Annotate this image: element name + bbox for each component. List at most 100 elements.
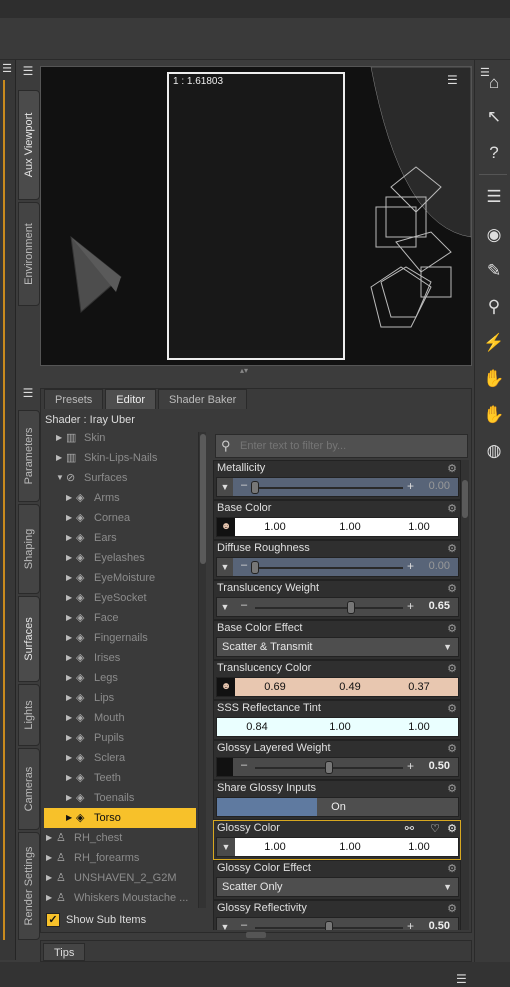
pose-tool-icon[interactable]: ✎ [483,260,505,282]
expand-arrow-icon[interactable]: ▶ [66,648,72,668]
gear-icon[interactable]: ⚙ [447,782,457,795]
minus-icon[interactable]: – [241,759,247,771]
tree-item-eyemoisture[interactable]: ▶ ◈ EyeMoisture [44,568,196,588]
gear-icon[interactable]: ⚙ [447,502,457,515]
color-r[interactable]: 1.00 [245,841,305,853]
expand-arrow-icon[interactable]: ▶ [66,708,72,728]
expand-arrow-icon[interactable]: ▶ [66,668,72,688]
plus-icon[interactable]: + [407,479,414,493]
property-scrollbar[interactable] [461,460,469,930]
tree-item-irises[interactable]: ▶ ◈ Irises [44,648,196,668]
sss-reflectance-tint-field[interactable]: 0.84 1.00 1.00 [216,717,459,737]
tab-editor[interactable]: Editor [105,389,157,409]
plus-icon[interactable]: + [407,759,414,773]
tab-lights[interactable]: Lights [18,684,40,746]
expand-arrow-icon[interactable]: ▶ [66,508,72,528]
translucency-color-field[interactable]: ☻ 0.69 0.49 0.37 [216,677,459,697]
align-icon[interactable]: ☰ [483,186,505,208]
minus-icon[interactable]: – [241,559,247,571]
link-icon[interactable]: ⚯ [405,822,414,835]
expand-arrow-icon[interactable]: ▶ [46,888,52,908]
color-r[interactable]: 0.84 [227,721,287,733]
tab-aux-viewport[interactable]: Aux Viewport [18,90,40,200]
base-color-field[interactable]: ☻ 1.00 1.00 1.00 [216,517,459,537]
expand-arrow-icon[interactable]: ▶ [66,548,72,568]
splitter-handle[interactable]: ▴▾ [240,366,254,375]
tree-item-pupils[interactable]: ▶ ◈ Pupils [44,728,196,748]
heart-icon[interactable]: ♡ [430,822,440,835]
color-g[interactable]: 0.49 [320,681,380,693]
color-g[interactable]: 1.00 [320,841,380,853]
minus-icon[interactable]: – [241,599,247,611]
expand-arrow-icon[interactable]: ▶ [66,788,72,808]
plus-icon[interactable]: + [407,559,414,573]
expand-arrow-icon[interactable]: ▶ [56,448,62,468]
expand-arrow-icon[interactable]: ▶ [66,568,72,588]
tree-item-mouth[interactable]: ▶ ◈ Mouth [44,708,196,728]
gear-icon[interactable]: ⚙ [447,902,457,915]
glossy-layered-weight-slider[interactable]: – + 0.50 [216,757,459,777]
color-b[interactable]: 1.00 [389,721,449,733]
color-b[interactable]: 1.00 [389,521,449,533]
glossy-reflectivity-slider[interactable]: ▼ – + 0.50 [216,917,459,930]
checkmark-icon[interactable]: ✓ [46,913,60,927]
filter-input[interactable] [240,435,465,457]
chevron-down-icon[interactable]: ▼ [217,918,233,930]
translucency-weight-slider[interactable]: ▼ – + 0.65 [216,597,459,617]
gear-icon[interactable]: ⚙ [447,822,457,835]
slider-knob[interactable] [325,921,333,930]
plus-icon[interactable]: + [407,919,414,930]
tree-item-legs[interactable]: ▶ ◈ Legs [44,668,196,688]
tree-item-unshaven[interactable]: ▶ ♙ UNSHAVEN_2_G2M [44,868,196,888]
minus-icon[interactable]: – [241,919,247,930]
surfaces-pane-menu-icon[interactable]: ☰ [18,386,38,404]
expand-arrow-icon[interactable]: ▶ [46,828,52,848]
tab-parameters[interactable]: Parameters [18,410,40,502]
show-sub-items-checkbox[interactable]: ✓ Show Sub Items [46,911,146,929]
slider-knob[interactable] [347,601,356,614]
expand-arrow-icon[interactable]: ▶ [66,588,72,608]
color-r[interactable]: 0.69 [245,681,305,693]
slider-value[interactable]: 0.00 [429,560,450,572]
gear-icon[interactable]: ⚙ [447,542,457,555]
expand-arrow-icon[interactable]: ▶ [66,688,72,708]
tree-item-surfaces[interactable]: ▼ ⊘ Surfaces [44,468,196,488]
texture-thumbnail-icon[interactable]: ☻ [217,678,235,696]
joint-editor-icon[interactable]: ⚲ [483,296,505,318]
gear-icon[interactable]: ⚙ [447,862,457,875]
filter-box[interactable]: ⚲ [215,434,468,458]
expand-arrow-icon[interactable]: ▶ [66,728,72,748]
expand-arrow-icon[interactable]: ▶ [66,808,72,828]
node-weight-icon[interactable]: ⚡ [483,332,505,354]
tree-item-face[interactable]: ▶ ◈ Face [44,608,196,628]
expand-arrow-icon[interactable]: ▶ [66,488,72,508]
tree-item-eyesocket[interactable]: ▶ ◈ EyeSocket [44,588,196,608]
gear-icon[interactable]: ⚙ [447,582,457,595]
slider-value[interactable]: 0.00 [429,480,450,492]
tree-item-lips[interactable]: ▶ ◈ Lips [44,688,196,708]
tree-item-ears[interactable]: ▶ ◈ Ears [44,528,196,548]
splitter-handle[interactable] [246,932,266,938]
slider-track[interactable] [255,567,403,569]
gear-icon[interactable]: ⚙ [447,702,457,715]
tree-item-torso[interactable]: ▶ ◈ Torso [44,808,196,828]
pane-menu-icon[interactable]: ☰ [18,64,38,82]
tree-item-teeth[interactable]: ▶ ◈ Teeth [44,768,196,788]
chevron-down-icon[interactable]: ▼ [443,878,452,896]
diffuse-roughness-slider[interactable]: ▼ – + 0.00 [216,557,459,577]
viewport-menu-icon[interactable]: ☰ [447,73,458,87]
chevron-down-icon[interactable]: ▼ [217,478,233,496]
slider-knob[interactable] [251,561,259,574]
tab-surfaces[interactable]: Surfaces [18,596,40,682]
slider-knob[interactable] [325,761,333,774]
gear-icon[interactable]: ⚙ [447,462,457,475]
share-glossy-inputs-toggle[interactable]: On [216,797,459,817]
chevron-down-icon[interactable]: ▼ [443,638,452,656]
tree-item-skin-lips-nails[interactable]: ▶ ▥ Skin-Lips-Nails [44,448,196,468]
expand-arrow-icon[interactable]: ▶ [46,848,52,868]
tab-presets[interactable]: Presets [44,389,104,409]
tree-item-toenails[interactable]: ▶ ◈ Toenails [44,788,196,808]
minus-icon[interactable]: – [241,479,247,491]
tab-render-settings[interactable]: Render Settings [18,832,40,940]
color-g[interactable]: 1.00 [310,721,370,733]
